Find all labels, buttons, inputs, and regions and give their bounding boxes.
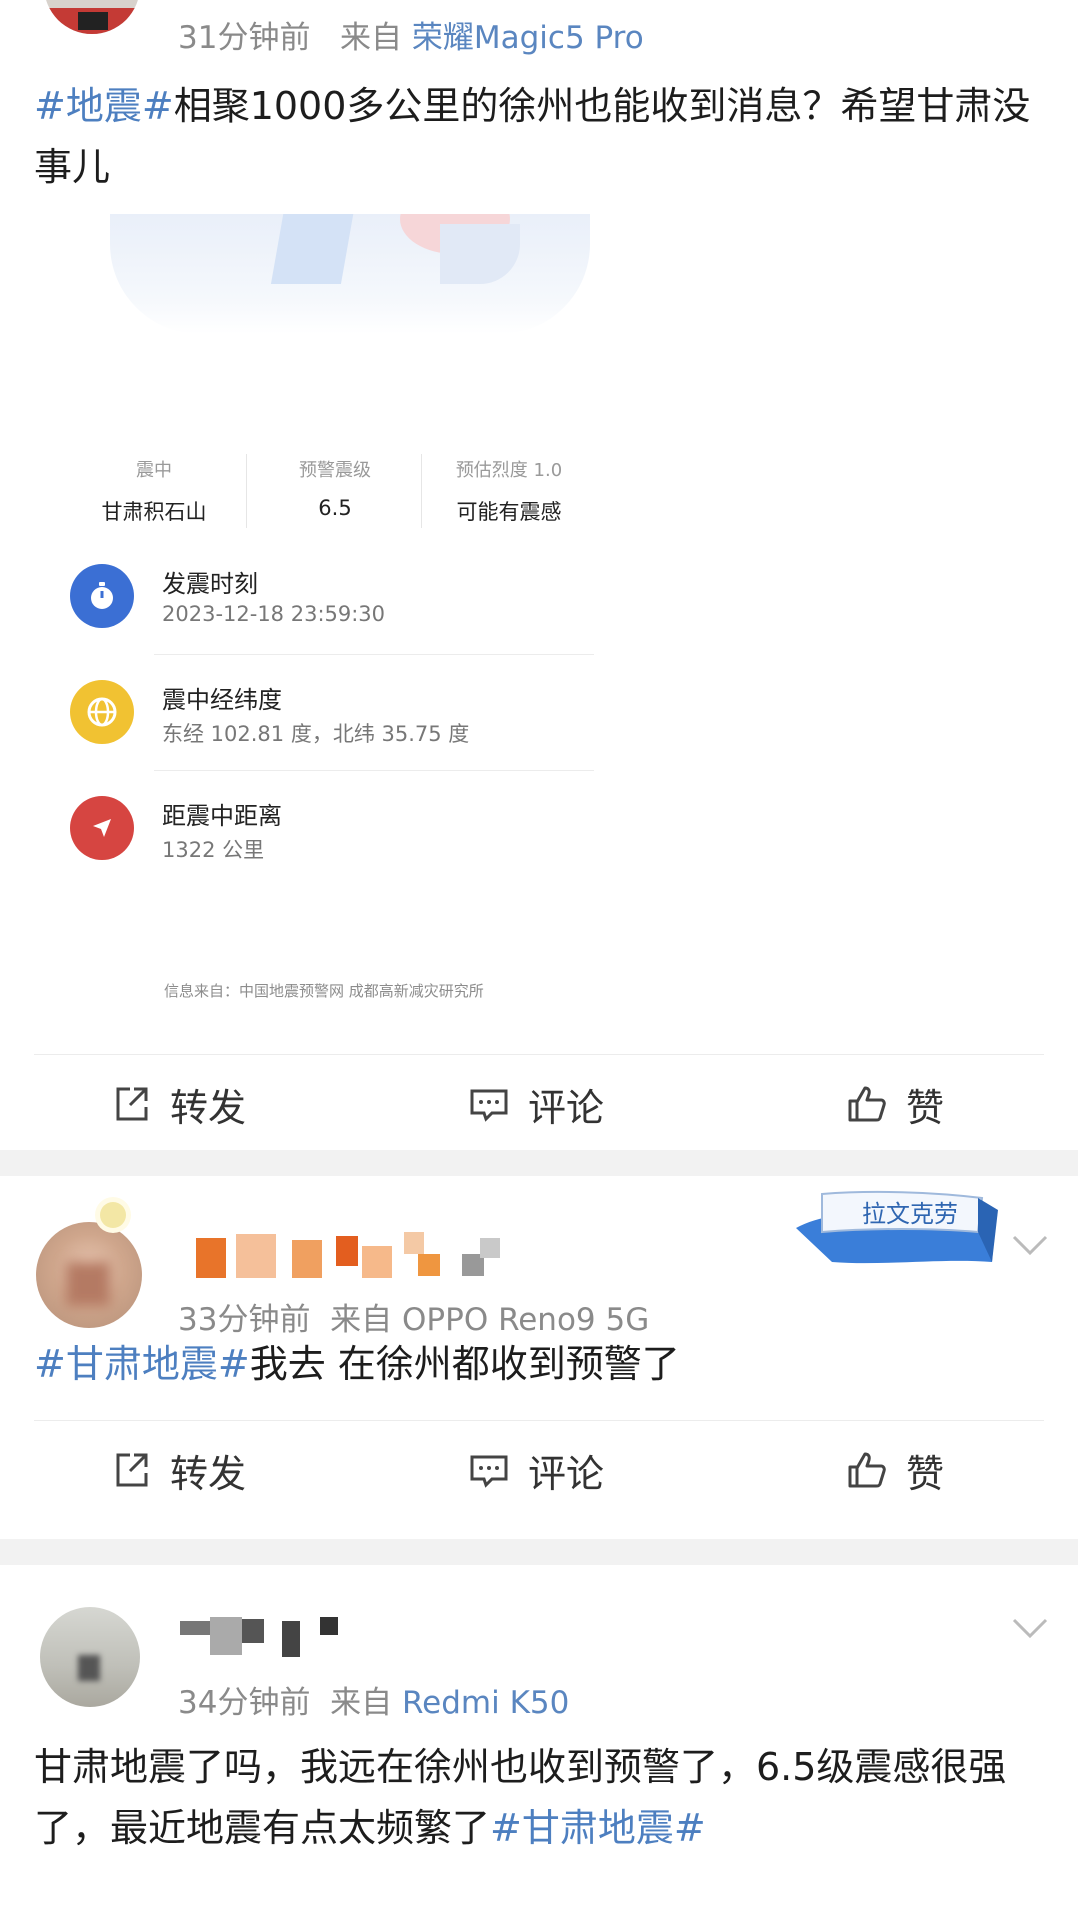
navigation-icon	[70, 796, 134, 860]
thumbs-up-icon	[848, 1452, 886, 1488]
row-title-distance: 距震中距离	[162, 802, 282, 830]
stat-label-magnitude: 预警震级	[299, 460, 371, 481]
ribbon-text: 拉文克劳	[862, 1201, 958, 1228]
avatar[interactable]	[44, 0, 140, 34]
comment-button[interactable]: 评论	[468, 1064, 604, 1144]
divider	[246, 454, 247, 528]
username-blurred[interactable]	[196, 1232, 516, 1282]
like-button[interactable]: 赞	[846, 1064, 944, 1144]
divider	[421, 454, 422, 528]
post-time: 31分钟前	[178, 20, 311, 56]
stat-label-intensity: 预估烈度 1.0	[455, 460, 563, 481]
repost-label: 转发	[170, 1085, 247, 1130]
stat-label-epicenter: 震中	[136, 460, 172, 481]
like-label: 赞	[906, 1451, 945, 1496]
hashtag-link[interactable]: #地震#	[34, 84, 174, 128]
repost-icon	[116, 1087, 148, 1121]
divider	[34, 1420, 1044, 1421]
ribbon-badge: 拉文克劳	[792, 1188, 1004, 1272]
hashtag-link[interactable]: #甘肃地震#	[490, 1806, 706, 1850]
post-device[interactable]: OPPO Reno9 5G	[402, 1302, 649, 1338]
repost-button[interactable]: 转发	[110, 1430, 246, 1510]
post-meta: 31分钟前 来自 荣耀Magic5 Pro	[178, 12, 644, 57]
post-3: 34分钟前 来自 Redmi K50 甘肃地震了吗，我远在徐州也收到预警了，6.…	[0, 1565, 1078, 1930]
post-time: 34分钟前	[178, 1685, 311, 1721]
comment-label: 评论	[528, 1451, 605, 1496]
row-sub-time: 2023-12-18 23:59:30	[162, 602, 386, 626]
divider	[154, 654, 594, 655]
post-device[interactable]: 荣耀Magic5 Pro	[412, 20, 644, 56]
post-meta: 33分钟前 来自 OPPO Reno9 5G	[178, 1294, 649, 1339]
post-from: 来自	[330, 1685, 393, 1721]
thumbs-up-icon	[848, 1086, 886, 1122]
globe-icon	[70, 680, 134, 744]
stat-value-intensity: 可能有震感	[456, 500, 562, 524]
post-from: 来自	[340, 20, 403, 56]
row-title-time: 发震时刻	[162, 570, 258, 598]
hashtag-link[interactable]: #甘肃地震#	[34, 1342, 250, 1386]
post-from: 来自	[330, 1302, 393, 1338]
avatar-flower-icon	[100, 1202, 126, 1228]
feed-separator	[0, 1150, 1078, 1176]
comment-button[interactable]: 评论	[468, 1430, 604, 1510]
post-meta: 34分钟前 来自 Redmi K50	[178, 1677, 569, 1722]
row-sub-distance: 1322 公里	[162, 838, 265, 862]
post-body: 相聚1000多公里的徐州也能收到消息？希望甘肃没事儿	[34, 84, 1031, 189]
comment-icon	[470, 1089, 508, 1122]
divider	[34, 1054, 1044, 1055]
post-2: 33分钟前 来自 OPPO Reno9 5G 拉文克劳 #甘肃地震#我去 在徐州…	[0, 1176, 1078, 1539]
avatar[interactable]	[36, 1222, 142, 1328]
action-bar: 转发 评论 赞	[0, 1064, 1078, 1144]
action-bar: 转发 评论 赞	[0, 1430, 1078, 1510]
earthquake-alert-card[interactable]: 震中 甘肃积石山 预警震级 6.5 预估烈度 1.0 可能有震感 发震时刻 20…	[64, 210, 624, 1030]
stat-value-magnitude: 6.5	[318, 496, 352, 520]
post-text: #甘肃地震#我去 在徐州都收到预警了	[34, 1334, 1048, 1395]
feed-separator	[0, 1539, 1078, 1565]
row-sub-coords: 东经 102.81 度，北纬 35.75 度	[162, 722, 470, 746]
comment-label: 评论	[528, 1085, 605, 1130]
chevron-down-icon[interactable]	[1012, 1234, 1048, 1256]
repost-icon	[116, 1453, 148, 1487]
repost-label: 转发	[170, 1451, 247, 1496]
post-device[interactable]: Redmi K50	[402, 1685, 569, 1721]
like-label: 赞	[906, 1085, 945, 1130]
post-text: #地震#相聚1000多公里的徐州也能收到消息？希望甘肃没事儿	[34, 76, 1048, 198]
map-preview	[110, 214, 590, 334]
post-text: 甘肃地震了吗，我远在徐州也收到预警了，6.5级震感很强了，最近地震有点太频繁了#…	[34, 1737, 1048, 1859]
chevron-down-icon[interactable]	[1012, 1617, 1048, 1639]
post-time: 33分钟前	[178, 1302, 311, 1338]
avatar[interactable]	[40, 1607, 140, 1707]
username-blurred[interactable]	[180, 1615, 350, 1659]
row-title-coords: 震中经纬度	[162, 686, 282, 714]
post-1: 31分钟前 来自 荣耀Magic5 Pro #地震#相聚1000多公里的徐州也能…	[0, 0, 1078, 1150]
post-body: 我去 在徐州都收到预警了	[249, 1342, 680, 1386]
info-source: 信息来自：中国地震预警网 成都高新减灾研究所	[164, 982, 484, 1000]
stopwatch-icon	[70, 564, 134, 628]
like-button[interactable]: 赞	[846, 1430, 944, 1510]
divider	[154, 770, 594, 771]
comment-icon	[470, 1455, 508, 1488]
stat-value-epicenter: 甘肃积石山	[101, 500, 207, 524]
repost-button[interactable]: 转发	[110, 1064, 246, 1144]
